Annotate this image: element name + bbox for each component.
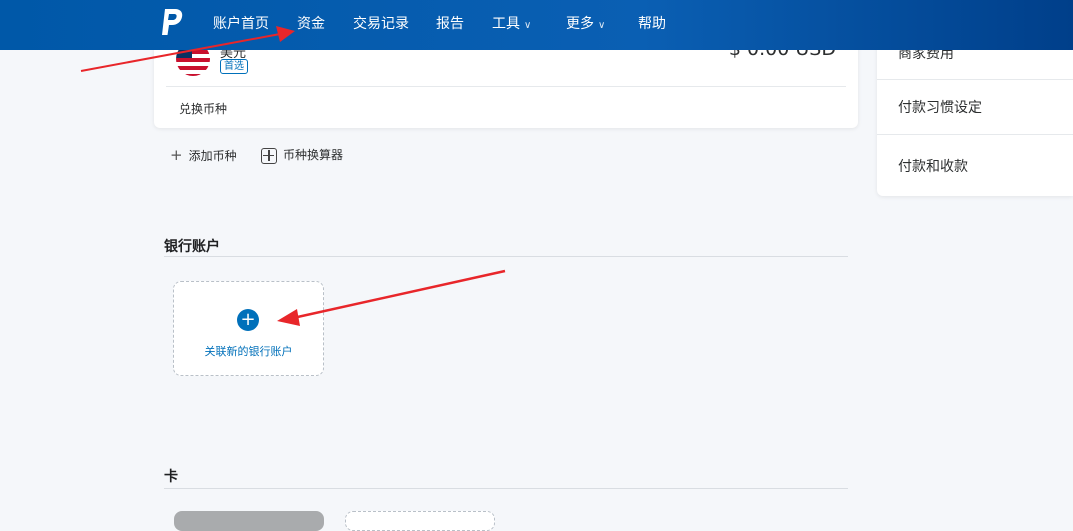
- nav-item-help[interactable]: 帮助: [638, 13, 666, 33]
- divider: [877, 134, 1073, 135]
- bank-section-title: 银行账户: [164, 239, 220, 255]
- chevron-down-icon: ∨: [598, 20, 606, 31]
- plus-icon: +: [170, 146, 183, 164]
- divider: [877, 79, 1073, 80]
- divider: [164, 488, 848, 489]
- add-currency-button[interactable]: + 添加币种: [170, 146, 237, 164]
- link-new-bank-button[interactable]: + 关联新的银行账户: [173, 281, 324, 376]
- calculator-icon: [261, 147, 277, 164]
- add-currency-label: 添加币种: [188, 149, 237, 163]
- link-new-card-button[interactable]: [345, 511, 495, 531]
- side-link-payment-preferences[interactable]: 付款习惯设定: [898, 97, 982, 117]
- nav-item-more[interactable]: 更多 ∨: [566, 13, 605, 33]
- nav-item-reports[interactable]: 报告: [436, 13, 464, 33]
- nav-item-tools-label: 工具: [492, 16, 520, 32]
- currency-calculator-button[interactable]: 币种换算器: [261, 146, 343, 164]
- paypal-logo-icon[interactable]: [160, 8, 184, 38]
- nav-item-summary[interactable]: 账户首页: [213, 13, 269, 33]
- side-link-send-receive[interactable]: 付款和收款: [898, 156, 968, 176]
- top-nav-bar: 账户首页 资金 交易记录 报告 工具 ∨ 更多 ∨ 帮助: [0, 0, 1073, 50]
- link-new-bank-label: 关联新的银行账户: [204, 345, 293, 358]
- card-thumbnail[interactable]: [174, 511, 324, 531]
- plus-circle-icon: +: [237, 309, 259, 331]
- divider: [164, 256, 848, 257]
- nav-item-tools[interactable]: 工具 ∨: [492, 13, 531, 33]
- convert-currency-link[interactable]: 兑换币种: [179, 100, 227, 117]
- nav-item-wallet[interactable]: 资金: [297, 13, 325, 33]
- divider: [166, 86, 846, 87]
- currency-calculator-label: 币种换算器: [283, 148, 344, 162]
- nav-item-activity[interactable]: 交易记录: [353, 13, 409, 33]
- primary-badge: 首选: [220, 59, 248, 74]
- cards-section-title: 卡: [164, 469, 178, 485]
- chevron-down-icon: ∨: [524, 20, 532, 31]
- nav-item-more-label: 更多: [566, 16, 594, 32]
